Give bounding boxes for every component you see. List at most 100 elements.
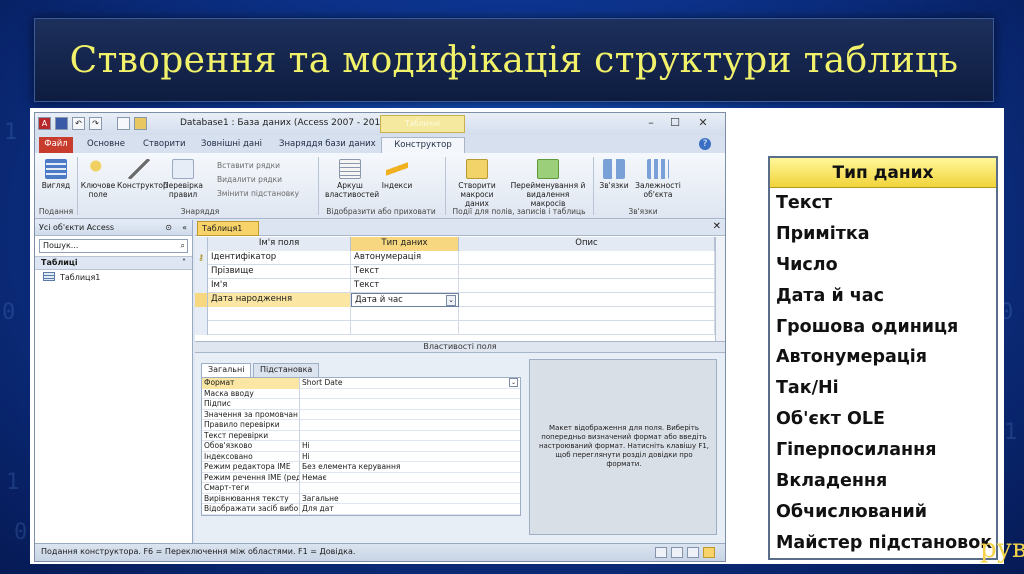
search-icon[interactable]: ⌕ [181,240,185,252]
row-selector[interactable] [195,307,208,321]
restore-button[interactable]: ☐ [665,116,685,131]
property-value[interactable] [300,431,520,442]
property-row[interactable]: Маска вводу [202,388,520,400]
tab-design[interactable]: Конструктор [381,137,465,153]
property-row[interactable]: Текст перевірки [202,430,520,442]
indexes-button[interactable]: Індекси [379,159,415,190]
data-type-cell[interactable]: Автонумерація [351,251,459,265]
row-selector[interactable] [195,265,208,279]
table-row[interactable]: Дата народження Дата й час ⌄ [195,293,715,307]
help-icon[interactable]: ? [699,138,711,150]
row-selector[interactable] [195,279,208,293]
description-cell[interactable] [459,251,715,265]
access-icon[interactable]: A [38,117,51,130]
nav-pane-header[interactable]: Усі об'єкти Access ⊙ « [35,220,192,236]
property-value[interactable] [300,483,520,494]
tab-general[interactable]: Загальні [201,363,252,377]
table-row[interactable]: Прізвище Текст [195,265,715,279]
nav-item-table1[interactable]: Таблиця1 [35,270,192,285]
undo-icon[interactable]: ↶ [72,117,85,130]
field-name-cell[interactable]: Прізвище [208,265,351,279]
property-value[interactable]: Short Date ⌄ [300,378,520,389]
table-row[interactable]: ⚷ Ідентифікатор Автонумерація [195,251,715,265]
datasheet-view-icon[interactable] [655,547,667,558]
save-icon[interactable] [55,117,68,130]
tab-home[interactable]: Основне [81,137,131,153]
property-value[interactable] [300,410,520,421]
property-row[interactable]: Значення за промовчан [202,409,520,421]
description-cell[interactable] [459,321,715,335]
minimize-button[interactable]: – [641,116,661,131]
property-value[interactable]: Загальне [300,494,520,505]
property-row[interactable]: Правило перевірки [202,420,520,431]
property-row[interactable]: Відображати засіб вибо Для дат [202,504,520,515]
property-row[interactable]: Підпис [202,399,520,410]
tab-create[interactable]: Створити [137,137,192,153]
view-button[interactable]: Вигляд [39,159,73,190]
property-value[interactable]: Без елемента керування [300,462,520,473]
property-row[interactable]: Індексовано Ні [202,451,520,463]
property-value[interactable] [300,389,520,400]
description-cell[interactable] [459,279,715,293]
data-type-cell[interactable] [351,321,459,335]
nav-search-input[interactable]: Пошук... ⌕ [39,239,188,253]
property-value[interactable]: Немає [300,473,520,484]
data-type-cell[interactable]: Текст [351,279,459,293]
delete-rows-button[interactable]: Видалити рядки [217,175,282,184]
create-macros-button[interactable]: Створити макроси даних [449,159,505,208]
nav-group-tables[interactable]: Таблиці ˄ [35,256,192,270]
property-value[interactable] [300,399,520,410]
collapse-icon[interactable]: « [182,220,187,235]
tab-file[interactable]: Файл [39,137,73,153]
tab-lookup[interactable]: Підстановка [253,363,320,377]
close-document-icon[interactable]: ✕ [713,221,721,232]
tab-database-tools[interactable]: Знаряддя бази даних [273,137,382,153]
property-row[interactable]: Вирівнювання тексту Загальне [202,493,520,505]
document-tab-table1[interactable]: Таблиця1 [197,221,259,236]
description-cell[interactable] [459,307,715,321]
data-type-select[interactable]: Дата й час ⌄ [351,293,459,307]
close-button[interactable]: ✕ [693,116,713,131]
table-row[interactable] [195,321,715,335]
chevron-down-icon[interactable]: ⊙ [165,220,172,235]
modify-lookups-button[interactable]: Змінити підстановку [217,189,299,198]
table-row[interactable] [195,307,715,321]
field-name-cell[interactable]: Ім'я [208,279,351,293]
data-type-cell[interactable] [351,307,459,321]
property-row[interactable]: Смарт-теги [202,483,520,494]
description-cell[interactable] [459,293,715,307]
property-row[interactable]: Формат Short Date ⌄ [202,378,520,389]
description-cell[interactable] [459,265,715,279]
new-icon[interactable] [117,117,130,130]
chevron-down-icon[interactable]: ⌄ [446,295,456,306]
redo-icon[interactable]: ↷ [89,117,102,130]
row-selector[interactable] [195,293,208,307]
property-value[interactable]: Ні [300,441,520,452]
property-value[interactable] [300,420,520,431]
test-rules-button[interactable]: Перевірка правил [163,159,203,199]
field-name-cell[interactable]: Ідентифікатор [208,251,351,265]
design-view-icon[interactable] [703,547,715,558]
insert-rows-button[interactable]: Вставити рядки [217,161,280,170]
builder-button[interactable]: Конструктор [117,159,168,190]
grid-scrollbar[interactable] [715,237,725,341]
pivot-chart-view-icon[interactable] [687,547,699,558]
field-name-cell[interactable]: Дата народження [208,293,351,307]
property-sheet-button[interactable]: Аркуш властивостей [325,159,379,199]
property-value[interactable]: Ні [300,452,520,463]
tab-external-data[interactable]: Зовнішні дані [195,137,268,153]
field-name-cell[interactable] [208,321,351,335]
property-row[interactable]: Режим редактора IME Без елемента керуванн… [202,462,520,473]
open-icon[interactable] [134,117,147,130]
property-row[interactable]: Обов'язково Ні [202,441,520,452]
property-value[interactable]: Для дат [300,504,520,515]
row-selector[interactable] [195,321,208,335]
rename-macro-button[interactable]: Перейменування й видалення макросів [509,159,587,208]
table-row[interactable]: Ім'я Текст [195,279,715,293]
primary-key-icon[interactable]: ⚷ [195,251,208,265]
primary-key-button[interactable]: Ключове поле [79,159,117,199]
field-name-cell[interactable] [208,307,351,321]
relationships-button[interactable]: Зв'язки [597,159,631,190]
pivot-table-view-icon[interactable] [671,547,683,558]
property-row[interactable]: Режим речення IME (редактНемає [202,472,520,484]
